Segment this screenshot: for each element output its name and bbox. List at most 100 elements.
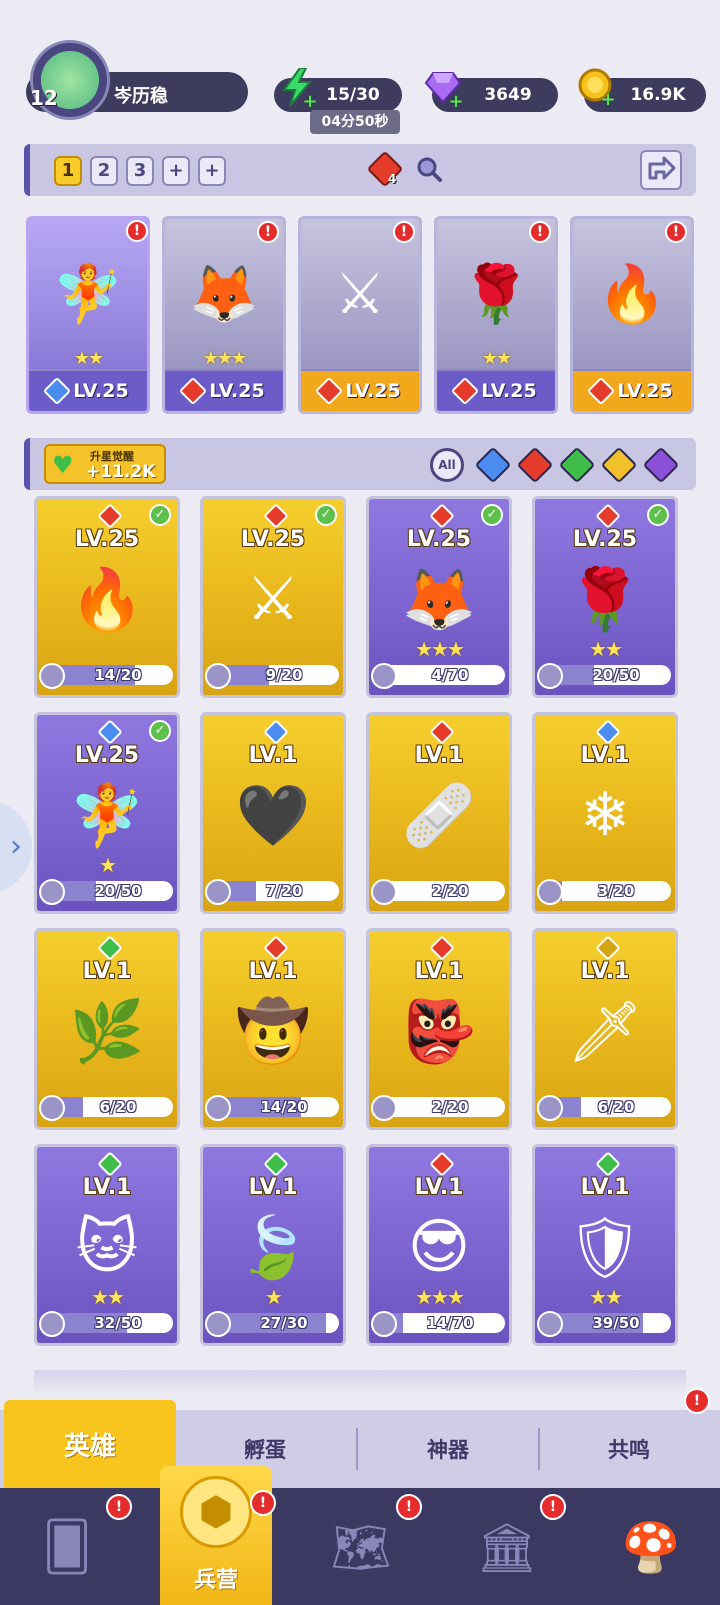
side-expand-button[interactable]: › bbox=[0, 800, 32, 894]
nav-mushroom-icon[interactable]: 🍄 bbox=[606, 1502, 696, 1592]
hero-card[interactable]: ✓ ⚔ LV.25 9/20 bbox=[200, 496, 346, 698]
hero-level: LV.25 bbox=[165, 371, 283, 411]
barracks-icon: ⬢ bbox=[180, 1476, 252, 1548]
team-member-2[interactable]: 🦊 ★★★ LV.25 ! bbox=[162, 216, 286, 414]
hero-card[interactable]: ✓ 🦊 LV.25 ★★★ 4/70 bbox=[366, 496, 512, 698]
check-icon: ✓ bbox=[481, 504, 503, 526]
element-icon bbox=[263, 935, 289, 961]
hero-stars: ★★★ bbox=[202, 348, 247, 369]
team-bar: 1 2 3 + + 4 bbox=[24, 144, 696, 196]
tab-artifact[interactable]: 神器 bbox=[360, 1410, 536, 1488]
element-icon bbox=[595, 503, 621, 529]
hero-card[interactable]: 😎 LV.1 ★★★ 14/70 bbox=[366, 1144, 512, 1346]
team-slot-3[interactable]: 3 bbox=[126, 156, 154, 186]
hero-card[interactable]: 🍃 LV.1 ★ 27/30 bbox=[200, 1144, 346, 1346]
alert-badge: ! bbox=[250, 1490, 276, 1516]
hero-card[interactable]: ❄ LV.1 3/20 bbox=[532, 712, 678, 914]
team-member-1[interactable]: 🧚 ★★ LV.25 bbox=[26, 216, 150, 414]
hero-portrait: 🤠 bbox=[235, 996, 311, 1067]
shard-icon bbox=[205, 1095, 231, 1121]
fire-element-icon[interactable] bbox=[366, 150, 404, 188]
tab-divider bbox=[356, 1428, 358, 1470]
search-icon[interactable] bbox=[416, 156, 442, 182]
hero-level: LV.1 bbox=[414, 959, 464, 984]
hero-portrait: 👺 bbox=[401, 996, 477, 1067]
shard-icon bbox=[39, 1095, 65, 1121]
bottom-nav: 🂠 ! 🗺 ! 🏛 ! 🍄 bbox=[0, 1488, 720, 1605]
check-icon: ✓ bbox=[149, 504, 171, 526]
category-tabbar: 英雄 孵蛋 神器 共鸣 ! bbox=[0, 1388, 720, 1488]
gems-plus-icon[interactable]: + bbox=[448, 93, 464, 111]
gems-value: 3649 bbox=[484, 85, 532, 105]
hero-level: LV.25 bbox=[29, 371, 147, 411]
team-member-3[interactable]: ⚔ LV.25 ! bbox=[298, 216, 422, 414]
team-slot-add-1[interactable]: + bbox=[162, 156, 190, 186]
team-slot-2[interactable]: 2 bbox=[90, 156, 118, 186]
hero-card[interactable]: 🩹 LV.1 2/20 bbox=[366, 712, 512, 914]
team-slot-add-2[interactable]: + bbox=[198, 156, 226, 186]
hero-level: LV.25 bbox=[301, 371, 419, 411]
team-member-4[interactable]: 🌹 ★★ LV.25 ! bbox=[434, 216, 558, 414]
hero-card[interactable]: ✓ 🔥 LV.25 14/20 bbox=[34, 496, 180, 698]
team-slot-1[interactable]: 1 bbox=[54, 156, 82, 186]
share-icon[interactable] bbox=[640, 150, 682, 190]
element-icon bbox=[595, 719, 621, 745]
hero-card[interactable]: 🗡 LV.1 6/20 bbox=[532, 928, 678, 1130]
filter-all-button[interactable]: All bbox=[430, 448, 464, 482]
filter-nature-icon[interactable] bbox=[558, 446, 596, 484]
energy-icon: + bbox=[278, 68, 318, 111]
check-icon: ✓ bbox=[149, 720, 171, 742]
energy-value: 15/30 bbox=[326, 85, 380, 105]
shard-icon bbox=[39, 1311, 65, 1337]
element-icon bbox=[595, 1151, 621, 1177]
fire-element-icon bbox=[179, 376, 208, 406]
shard-icon bbox=[205, 663, 231, 689]
nav-map-icon[interactable]: 🗺 bbox=[316, 1502, 406, 1592]
hero-card[interactable]: 👺 LV.1 2/20 bbox=[366, 928, 512, 1130]
hero-card[interactable]: 🖤 LV.1 7/20 bbox=[200, 712, 346, 914]
hero-level: LV.25 bbox=[406, 527, 472, 552]
hero-level: LV.1 bbox=[248, 959, 298, 984]
water-element-icon bbox=[43, 376, 72, 406]
element-icon bbox=[263, 503, 289, 529]
hero-level: LV.1 bbox=[414, 743, 464, 768]
gem-icon: + bbox=[424, 68, 464, 111]
hero-stars: ★★ bbox=[91, 1285, 125, 1309]
shard-icon bbox=[371, 1095, 397, 1121]
hero-stars: ★★ bbox=[481, 348, 512, 369]
hero-card[interactable]: 🐱 LV.1 ★★ 32/50 bbox=[34, 1144, 180, 1346]
hero-card[interactable]: 🌿 LV.1 6/20 bbox=[34, 928, 180, 1130]
tab-resonance[interactable]: 共鸣 bbox=[542, 1410, 716, 1488]
hero-level: LV.1 bbox=[580, 743, 630, 768]
nav-barracks[interactable]: ⬢ 兵营 bbox=[160, 1466, 272, 1605]
nav-cards-icon[interactable]: 🂠 bbox=[22, 1502, 112, 1592]
energy-plus-icon[interactable]: + bbox=[302, 93, 318, 111]
tab-heroes[interactable]: 英雄 bbox=[4, 1400, 176, 1488]
element-icon bbox=[97, 503, 123, 529]
hero-level: LV.1 bbox=[82, 1175, 132, 1200]
hero-level: LV.1 bbox=[580, 959, 630, 984]
shard-icon bbox=[39, 879, 65, 905]
hero-card[interactable]: ✓ 🌹 LV.25 ★★ 20/50 bbox=[532, 496, 678, 698]
hero-level: LV.25 bbox=[437, 371, 555, 411]
filter-dark-icon[interactable] bbox=[642, 446, 680, 484]
hero-card[interactable]: 🤠 LV.1 14/20 bbox=[200, 928, 346, 1130]
filter-water-icon[interactable] bbox=[474, 446, 512, 484]
tab-divider bbox=[538, 1428, 540, 1470]
next-row-peek bbox=[34, 1370, 686, 1394]
hero-portrait: 🔥 bbox=[69, 564, 145, 635]
hero-card[interactable]: ✓ 🧚 LV.25 ★ 20/50 bbox=[34, 712, 180, 914]
hero-level: LV.1 bbox=[82, 959, 132, 984]
coins-plus-icon[interactable]: + bbox=[600, 91, 616, 109]
hero-card[interactable]: 🛡 LV.1 ★★ 39/50 bbox=[532, 1144, 678, 1346]
filter-light-icon[interactable] bbox=[600, 446, 638, 484]
filter-fire-icon[interactable] bbox=[516, 446, 554, 484]
hero-stars: ★★ bbox=[73, 348, 104, 369]
shard-icon bbox=[371, 1311, 397, 1337]
team-member-5[interactable]: 🔥 LV.25 ! bbox=[570, 216, 694, 414]
energy-timer: 04分50秒 bbox=[310, 110, 400, 134]
element-icon bbox=[429, 1151, 455, 1177]
awaken-button[interactable]: ♥ 升星觉醒 +11.2K bbox=[44, 444, 166, 484]
element-icon bbox=[595, 935, 621, 961]
nav-castle-icon[interactable]: 🏛 bbox=[462, 1502, 552, 1592]
